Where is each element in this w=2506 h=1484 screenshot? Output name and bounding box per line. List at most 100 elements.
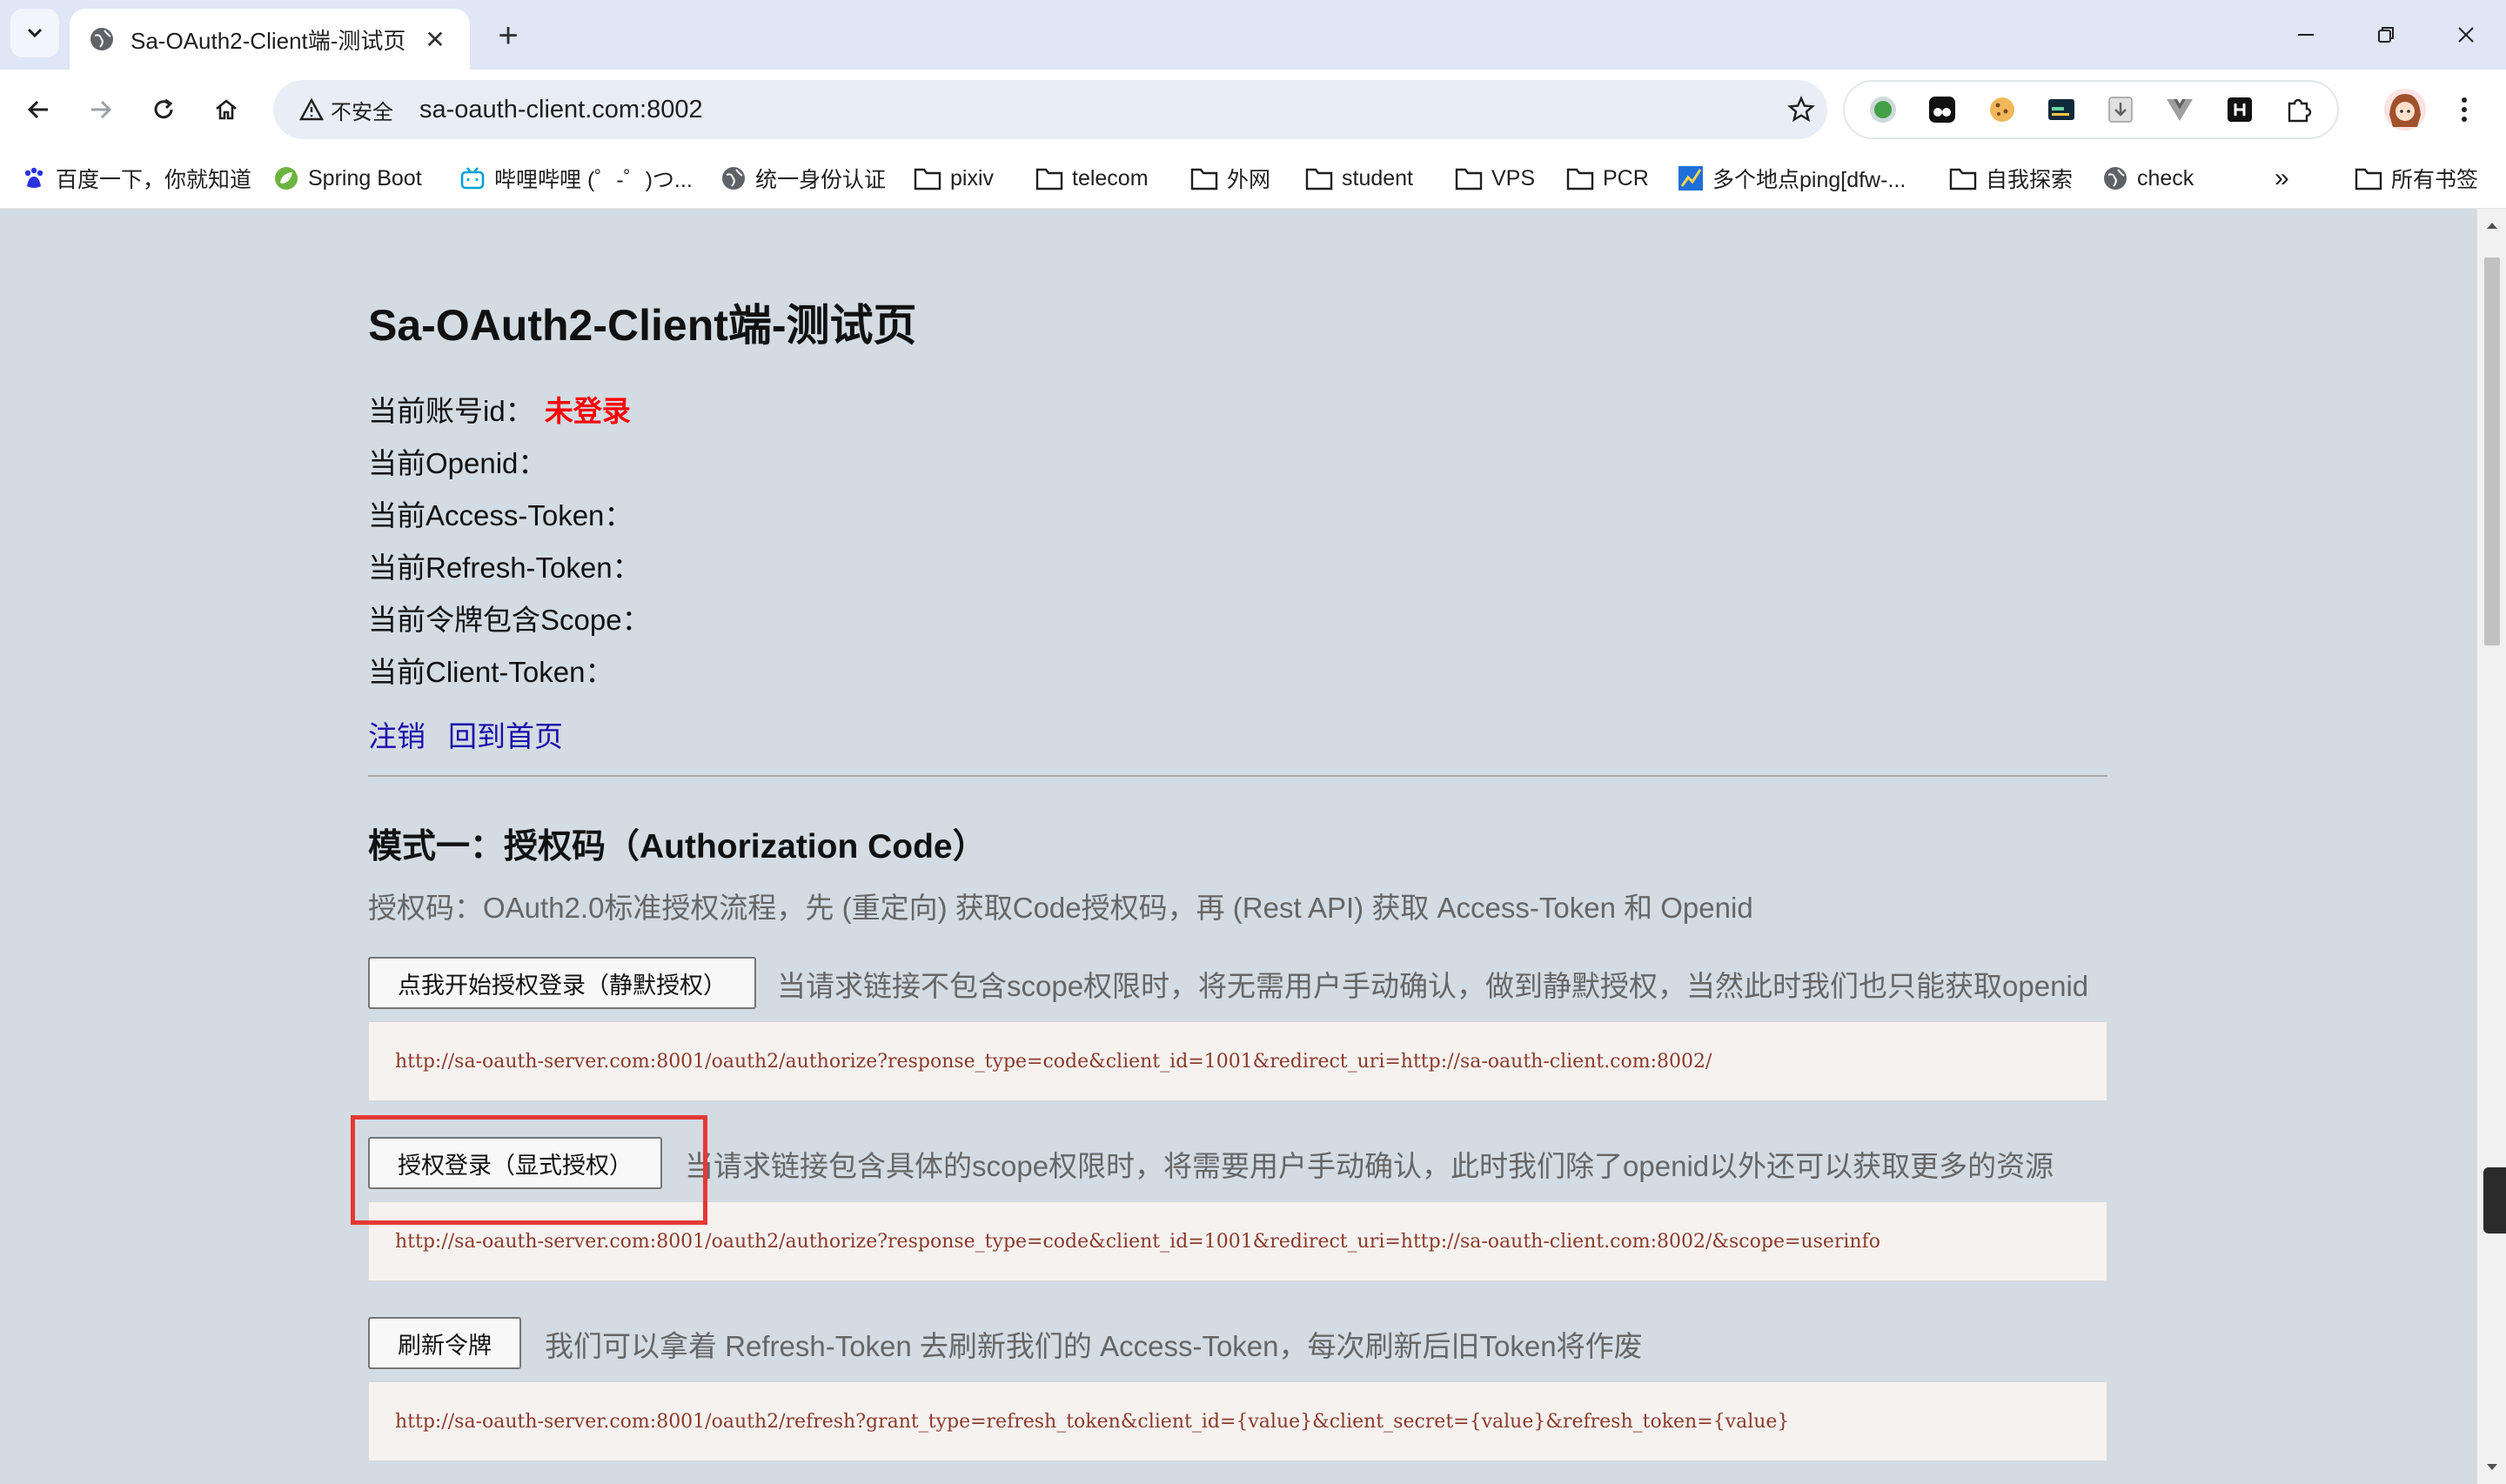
refresh-url: http://sa-oauth-server.com:8001/oauth2/r… [395,1410,1790,1433]
back-button[interactable] [16,87,61,132]
bookmark-folder[interactable]: PCR [1566,158,1649,198]
bookmark-star-button[interactable] [1775,84,1827,136]
extension-vue-button[interactable] [2162,92,2197,127]
security-label: 不安全 [331,100,393,124]
green-dot-icon [1870,97,1897,123]
account-id-label: 当前账号id： [368,395,534,427]
restore-icon [2378,27,2394,43]
download-icon [2108,97,2133,123]
extension-cookie-button[interactable] [1985,92,2020,127]
home-button[interactable] [204,87,249,132]
close-window-button[interactable] [2440,12,2492,57]
extensions-area [1843,80,2339,139]
globe-icon [2104,167,2127,190]
bookmark-folder[interactable]: pixiv [914,158,994,198]
all-bookmarks-button[interactable]: 所有书签 [2355,158,2478,198]
profile-avatar[interactable] [2384,89,2426,130]
action-links: 注销 回到首页 [368,713,586,755]
triangle-up-icon [2487,223,2497,229]
close-tab-icon[interactable]: ✕ [419,25,451,54]
more-vert-icon [2462,97,2467,122]
extension-download-button[interactable] [2103,92,2138,127]
restore-button[interactable] [2360,12,2412,57]
scroll-down-button[interactable] [2477,1454,2506,1481]
silent-auth-button[interactable]: 点我开始授权登录（静默授权） [368,957,756,1009]
access-token-row: 当前Access-Token： [368,499,633,531]
folder-icon [914,168,941,191]
client-token-row: 当前Client-Token： [368,656,614,688]
bookmark-folder[interactable]: telecom [1035,158,1149,198]
bookmark-item[interactable]: Spring Boot [273,158,422,198]
baidu-icon [24,167,44,188]
tab-search-button[interactable] [10,9,59,57]
globe-icon [722,167,745,190]
home-icon [216,99,237,120]
browser-menu-button[interactable] [2449,90,2480,129]
folder-icon [1949,168,1977,191]
page-scrollbar[interactable] [2476,209,2506,1484]
tampermonkey-icon [1929,97,1956,123]
refresh-token-button[interactable]: 刷新令牌 [368,1317,521,1369]
active-tab[interactable]: Sa-OAuth2-Client端-测试页 ✕ [70,9,470,70]
star-icon [1787,96,1815,123]
title-bar: Sa-OAuth2-Client端-测试页 ✕ + [0,0,2506,70]
silent-auth-note: 当请求链接不包含scope权限时，将无需用户手动确认，做到静默授权，当然此时我们… [777,970,2089,1002]
reload-button[interactable] [141,87,186,132]
bookmark-folder[interactable]: VPS [1455,158,1535,198]
bookmarks-overflow-button[interactable]: » [2275,158,2289,198]
bookmark-folder[interactable]: student [1305,158,1413,198]
bookmark-item[interactable]: 哔哩哔哩 (゜-゜)つ... [459,158,693,198]
puzzle-icon [2288,98,2312,123]
bookmarks-bar: 百度一下，你就知道 Spring Boot 哔哩哔哩 (゜-゜)つ... 统一身… [0,148,2506,209]
minimize-button[interactable] [2280,12,2332,57]
avatar-icon [2384,89,2426,130]
scope-row: 当前令牌包含Scope： [368,604,651,636]
divider [368,775,2107,777]
page-title: Sa-OAuth2-Client端-测试页 [368,301,917,350]
silent-auth-url: http://sa-oauth-server.com:8001/oauth2/a… [395,1050,1712,1073]
extension-status-button[interactable] [1866,92,1900,127]
silent-auth-url-box: http://sa-oauth-server.com:8001/oauth2/a… [368,1021,2107,1101]
side-panel-handle[interactable] [2483,1167,2506,1233]
bookmark-folder[interactable]: 自我探索 [1949,158,2073,198]
explicit-auth-button[interactable]: 授权登录（显式授权） [368,1137,662,1189]
extensions-menu-button[interactable] [2282,92,2316,127]
section-title: 模式一：授权码（Authorization Code） [368,828,987,866]
scroll-up-button[interactable] [2477,212,2506,238]
cookie-icon [1989,97,2014,122]
account-id-row: 当前账号id： 未登录 [368,388,631,430]
extension-h-button[interactable] [2222,92,2257,127]
security-chip[interactable]: 不安全 [287,89,407,130]
refresh-token-row: 当前Refresh-Token： [368,551,641,584]
refresh-token-note: 我们可以拿着 Refresh-Token 去刷新我们的 Access-Token… [545,1330,1643,1362]
bookmark-item[interactable]: 统一身份认证 [720,158,886,198]
logout-link[interactable]: 注销 [368,720,425,752]
folder-icon [1190,168,1218,191]
not-logged-in-value: 未登录 [544,395,631,427]
explicit-auth-note: 当请求链接包含具体的scope权限时，将需要用户手动确认，此时我们除了openi… [685,1150,2054,1182]
scroll-thumb[interactable] [2484,257,2500,645]
globe-icon [90,28,113,50]
bookmark-folder[interactable]: 外网 [1190,158,1270,198]
bookmark-item[interactable]: 多个地点ping[dfw-... [1678,158,1906,198]
triangle-down-icon [2487,1464,2497,1470]
bilibili-icon [460,167,485,190]
openid-row: 当前Openid： [368,447,547,479]
tab-title: Sa-OAuth2-Client端-测试页 [131,27,406,54]
extension-tampermonkey-button[interactable] [1925,92,1960,127]
bookmark-item[interactable]: 百度一下，你就知道 [21,158,251,198]
url-text[interactable]: sa-oauth-client.com:8002 [419,96,1775,124]
h-badge-icon [2227,97,2252,122]
address-bar[interactable]: 不安全 sa-oauth-client.com:8002 [273,80,1827,139]
home-link[interactable]: 回到首页 [448,720,563,752]
bookmark-item[interactable]: check [2102,158,2194,198]
refresh-url-box: http://sa-oauth-server.com:8001/oauth2/r… [368,1381,2107,1461]
extension-terminal-button[interactable] [2044,92,2079,127]
section-description: 授权码：OAuth2.0标准授权流程，先 (重定向) 获取Code授权码，再 (… [368,892,1753,924]
vue-icon [2167,99,2194,121]
new-tab-button[interactable]: + [487,16,529,57]
forward-button[interactable] [78,87,124,132]
terminal-icon [2047,99,2074,120]
folder-icon [1455,168,1483,191]
chart-icon [1678,166,1703,191]
